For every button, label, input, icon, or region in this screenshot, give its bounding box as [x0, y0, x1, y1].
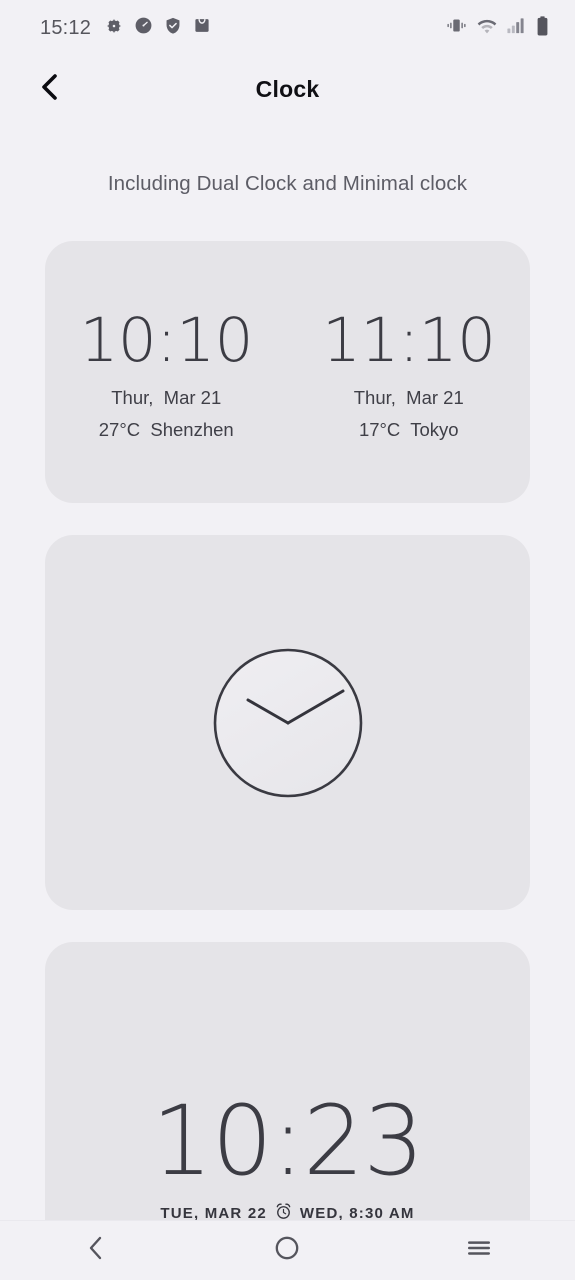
dual-clock-right-date: Thur, Mar 21: [353, 387, 464, 409]
dual-clock-right-column: 11:10 Thur, Mar 21 17°C Tokyo: [288, 304, 531, 441]
status-bar-clock: 15:12: [40, 16, 92, 39]
nav-home-button[interactable]: [249, 1225, 325, 1277]
minimal-clock-widget-card[interactable]: [45, 535, 530, 910]
status-bar-left: 15:12: [40, 16, 211, 40]
page-title: Clock: [255, 75, 320, 102]
dual-clock-right-weather: 17°C Tokyo: [358, 419, 459, 441]
dual-clock-left-weather: 27°C Shenzhen: [98, 419, 234, 441]
status-bar-right: [446, 15, 549, 41]
battery-icon: [536, 15, 549, 41]
back-button[interactable]: [28, 67, 72, 111]
shopping-bag-icon: [193, 16, 211, 40]
page-subtitle: Including Dual Clock and Minimal clock: [107, 172, 468, 195]
dual-clock-right-time: 11:10: [322, 304, 496, 376]
speedometer-icon: [134, 16, 153, 40]
nav-back-button[interactable]: [58, 1225, 134, 1277]
dual-clock-left-column: 10:10 Thur, Mar 21 27°C Shenzhen: [45, 304, 288, 441]
dual-clock-widget-card[interactable]: 10:10 Thur, Mar 21 27°C Shenzhen 11:10 T…: [45, 241, 530, 503]
shield-check-icon: [164, 16, 182, 40]
system-navigation-bar: [0, 1220, 575, 1280]
vibrate-icon: [446, 17, 467, 39]
chevron-left-icon: [37, 72, 63, 107]
digital-clock-time: 10:23: [151, 1085, 425, 1197]
wifi-icon: [477, 18, 497, 39]
gear-icon: [105, 17, 123, 40]
dual-clock-left-date: Thur, Mar 21: [111, 387, 222, 409]
dual-clock-left-time: 10:10: [79, 304, 254, 376]
app-bar: Clock: [0, 56, 575, 122]
status-bar: 15:12: [0, 0, 575, 56]
signal-bars-icon: [507, 17, 526, 39]
circle-icon: [274, 1235, 300, 1266]
widget-preview-list: 10:10 Thur, Mar 21 27°C Shenzhen 11:10 T…: [0, 241, 575, 1254]
analog-clock-face: [212, 647, 364, 799]
nav-recents-button[interactable]: [441, 1225, 517, 1277]
menu-lines-icon: [466, 1238, 492, 1263]
digital-clock-widget-card[interactable]: 10:23 TUE, MAR 22 WED, 8:30 AM: [45, 942, 530, 1254]
chevron-left-icon: [85, 1235, 107, 1266]
